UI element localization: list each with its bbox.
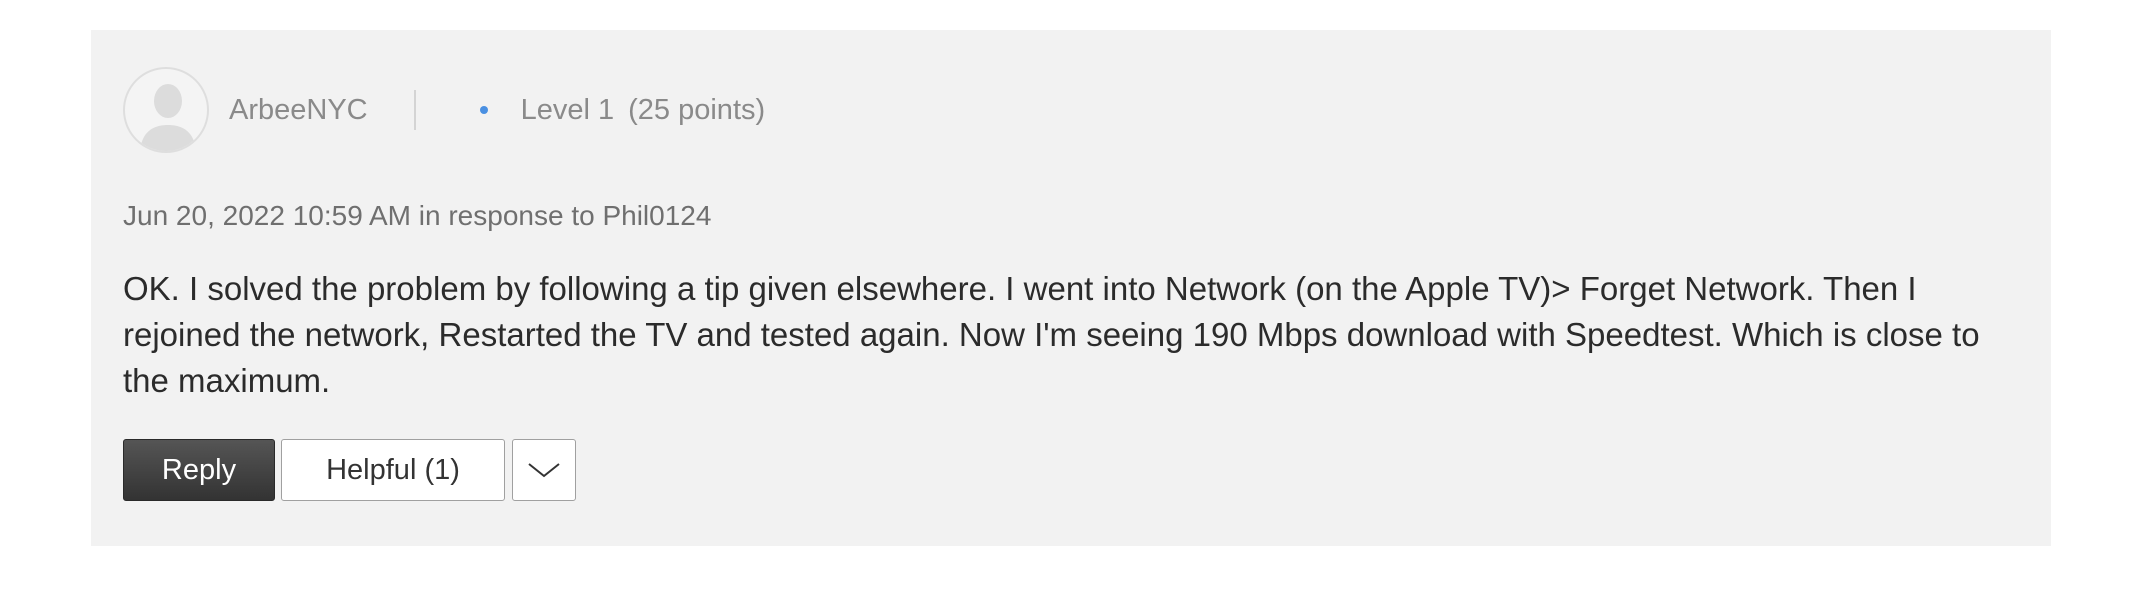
author-points: (25 points) <box>628 93 766 126</box>
level-dot-icon <box>479 106 488 114</box>
author-username[interactable]: ArbeeNYC <box>229 94 368 127</box>
author-level: Level 1 <box>520 93 615 126</box>
default-user-icon <box>140 84 196 151</box>
reply-button[interactable]: Reply <box>123 439 275 501</box>
helpful-button[interactable]: Helpful (1) <box>281 439 505 501</box>
avatar[interactable] <box>123 67 209 153</box>
post-body: OK. I solved the problem by following a … <box>123 270 1980 399</box>
post-card: ArbeeNYC Level 1 (25 points) Jun 20, 202… <box>91 30 2051 546</box>
post-meta: Jun 20, 2022 10:59 AM in response to Phi… <box>123 200 712 231</box>
chevron-down-icon <box>528 463 560 478</box>
post-actions: Reply Helpful (1) <box>123 439 576 501</box>
author-row: ArbeeNYC Level 1 (25 points) <box>123 66 765 154</box>
author-divider <box>413 90 416 130</box>
more-options-button[interactable] <box>512 439 576 501</box>
